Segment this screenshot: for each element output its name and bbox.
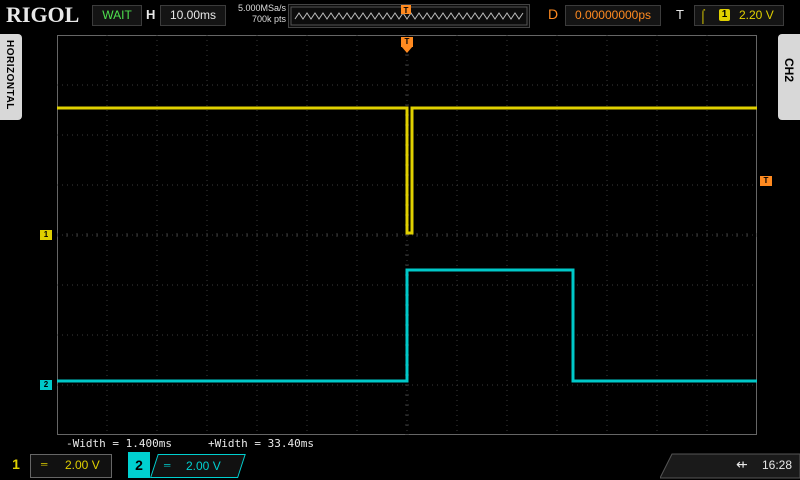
svg-text:T: T	[404, 6, 409, 15]
ch1-number[interactable]: 1	[6, 452, 26, 476]
ch1-scale: 2.00 V	[65, 458, 100, 472]
trigger-source: 1	[719, 9, 730, 21]
positive-width-measurement: +Width = 33.40ms	[208, 437, 314, 450]
ch2-scale: 2.00 V	[186, 459, 221, 473]
top-status-bar: RIGOL WAIT H 10.00ms 5.000MSa/s 700k pts…	[0, 0, 800, 30]
sample-rate: 5.000MSa/s	[237, 3, 286, 13]
ch2-offset-marker[interactable]: 2	[40, 380, 52, 390]
dc-coupling-icon: ═	[164, 460, 171, 470]
trigger-level: 2.20 V	[739, 8, 774, 22]
trigger-level-marker[interactable]: T	[760, 176, 772, 186]
ch2-waveform	[57, 268, 757, 383]
delay-label: D	[548, 6, 559, 22]
trigger-panel[interactable]: ⌠ 1 2.20 V	[694, 5, 784, 26]
delay-value[interactable]: 0.00000000ps	[565, 5, 661, 26]
dc-coupling-icon: ═	[41, 459, 48, 469]
rigol-logo: RIGOL	[6, 2, 80, 27]
trigger-label: T	[676, 7, 684, 22]
negative-width-measurement: -Width = 1.400ms	[66, 437, 172, 450]
acquisition-info: 5.000MSa/s 700k pts	[232, 3, 286, 25]
rising-edge-icon: ⌠	[699, 8, 707, 23]
horizontal-label: H	[146, 7, 156, 22]
usb-icon: ⇷	[736, 456, 748, 472]
ch2-tab-label: CH2	[782, 58, 796, 83]
waveform-display[interactable]	[56, 34, 758, 436]
graticule	[56, 34, 758, 436]
memory-depth: 700k pts	[251, 14, 286, 24]
trigger-arrow-icon	[401, 46, 413, 53]
system-clock: 16:28	[762, 458, 793, 472]
ch2-number[interactable]: 2	[128, 452, 150, 478]
horizontal-tab-label: HORIZONTAL	[4, 40, 15, 110]
ch1-settings[interactable]: ═ 2.00 V	[30, 454, 112, 478]
horizontal-menu-tab[interactable]: HORIZONTAL	[0, 34, 22, 120]
ch1-waveform	[57, 106, 757, 235]
memory-waveform-icon: T	[290, 5, 528, 26]
memory-overview[interactable]: T	[288, 4, 530, 28]
ch1-offset-marker[interactable]: 1	[40, 230, 52, 240]
ch2-menu-tab[interactable]: CH2	[778, 34, 800, 120]
run-state-indicator[interactable]: WAIT	[92, 5, 142, 26]
channel-status-bar: 1 ═ 2.00 V 2 ═ 2.00 V	[0, 452, 800, 480]
timebase-value[interactable]: 10.00ms	[160, 5, 226, 26]
